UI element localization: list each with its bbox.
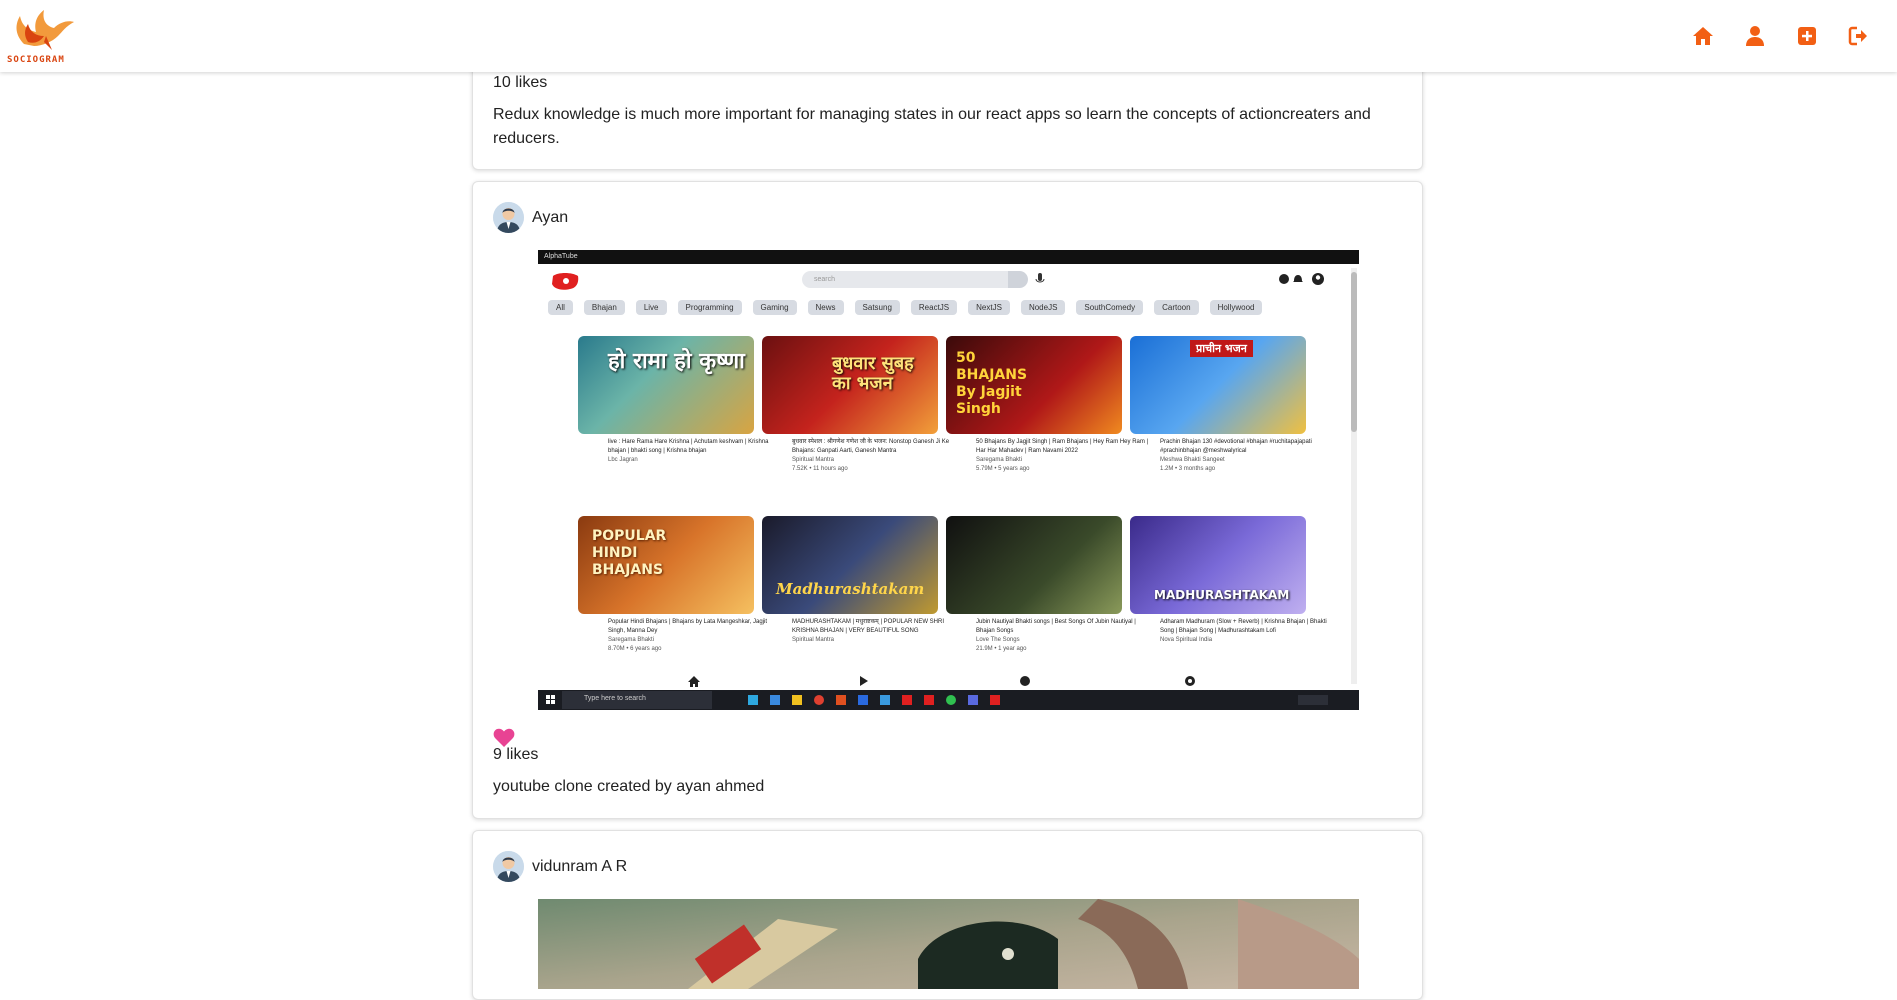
video-stats: 1.2M • 3 months ago: [1160, 466, 1216, 472]
channel-name: Saregama Bhakti: [608, 637, 655, 643]
post-header: Ayan: [493, 202, 568, 233]
taskbar-icons: [546, 691, 1328, 709]
brand-name: SOCIOGRAM: [7, 55, 65, 65]
thumb-text: MADHURASHTAKAM: [1154, 588, 1290, 602]
video-title: live : Hare Rama Hare Krishna | Achutam …: [608, 439, 769, 454]
video-stats: 5.79M • 5 years ago: [976, 466, 1030, 472]
bird-logo-icon: [16, 10, 74, 50]
user-avatar-icon: [493, 851, 524, 882]
chip: NodeJS: [1020, 300, 1066, 315]
post-card: vidunram A R: [472, 830, 1423, 1000]
thumb-text: हो रामा हो कृष्णा: [608, 349, 745, 374]
video-thumbnail: प्राचीन भजन: [1130, 336, 1306, 434]
chip: All: [548, 300, 573, 315]
video-title: Adharam Madhuram (Slow + Reverb) | Krish…: [1160, 619, 1327, 634]
channel-name: Nova Spiritual India: [1160, 637, 1213, 643]
post-image: AlphaTube search All Bhajan Live Program…: [538, 250, 1359, 710]
post-header: vidunram A R: [493, 851, 627, 882]
chip: Live: [635, 300, 667, 315]
video-meta: बुधवार स्पेशल : श्रीगणेश गणेश जी के भजन:…: [792, 438, 968, 474]
video-title: Popular Hindi Bhajans | Bhajans by Lata …: [608, 619, 767, 634]
top-navbar: SOCIOGRAM: [0, 0, 1897, 72]
user-avatar-icon: [493, 202, 524, 233]
video-meta: live : Hare Rama Hare Krishna | Achutam …: [608, 438, 784, 465]
chip: Cartoon: [1154, 300, 1199, 315]
video-thumbnail: Madhurashtakam: [762, 516, 938, 614]
chip: ReactJS: [910, 300, 958, 315]
chip: Gaming: [752, 300, 797, 315]
header-actions-icon: [1279, 273, 1324, 285]
video-meta: Jubin Nautiyal Bhakti songs | Best Songs…: [976, 618, 1152, 654]
chip: News: [807, 300, 844, 315]
channel-name: Love The Songs: [976, 637, 1020, 643]
channel-name: Spiritual Mantra: [792, 457, 835, 463]
search-input: search: [802, 271, 1022, 288]
video-thumbnail: [946, 516, 1122, 614]
chip: Bhajan: [583, 300, 625, 315]
home-icon[interactable]: [1691, 24, 1715, 48]
thumb-text: 50 BHAJANS By Jagjit Singh: [956, 350, 1028, 417]
video-title: Jubin Nautiyal Bhakti songs | Best Songs…: [976, 619, 1136, 634]
likes-count: 9 likes: [493, 746, 539, 763]
chip: Hollywood: [1209, 300, 1263, 315]
video-stats: 8.70M • 6 years ago: [608, 646, 662, 652]
add-post-icon[interactable]: [1795, 24, 1819, 48]
window-title: AlphaTube: [538, 250, 1359, 264]
video-meta: Adharam Madhuram (Slow + Reverb) | Krish…: [1160, 618, 1336, 645]
video-stats: 7.52K • 11 hours ago: [792, 466, 848, 472]
chip: Satsung: [854, 300, 900, 315]
heart-icon[interactable]: [493, 728, 515, 748]
post-caption: Redux knowledge is much more important f…: [493, 106, 1371, 147]
video-title: बुधवार स्पेशल : श्रीगणेश गणेश जी के भजन:…: [792, 439, 950, 454]
search-icon: [1008, 271, 1028, 288]
thumb-text: प्राचीन भजन: [1190, 340, 1253, 357]
bottom-nav-icons: [688, 676, 1195, 687]
scrollbar: [1351, 268, 1357, 684]
thumb-text: Madhurashtakam: [776, 580, 925, 598]
thumb-text: POPULAR HINDI BHAJANS: [592, 528, 667, 578]
cricket-photo: [538, 899, 1359, 989]
post-image: [538, 899, 1359, 989]
video-meta: Popular Hindi Bhajans | Bhajans by Lata …: [608, 618, 784, 654]
video-thumbnail: MADHURASHTAKAM: [1130, 516, 1306, 614]
video-meta: Prachin Bhajan 130 #devotional #bhajan #…: [1160, 438, 1336, 474]
category-chips: All Bhajan Live Programming Gaming News …: [548, 300, 1263, 315]
video-meta: MADHURASHTAKAM | मधुराष्टकम् | POPULAR N…: [792, 618, 968, 645]
video-thumbnail: POPULAR HINDI BHAJANS: [578, 516, 754, 614]
video-stats: 21.9M • 1 year ago: [976, 646, 1027, 652]
likes-count: 10 likes: [493, 74, 548, 91]
chip: SouthComedy: [1076, 300, 1144, 315]
mic-icon: [1035, 273, 1045, 283]
video-thumbnail: बुधवार सुबह का भजन: [762, 336, 938, 434]
logout-icon[interactable]: [1847, 24, 1871, 48]
thumb-text: बुधवार सुबह का भजन: [832, 353, 914, 394]
taskbar-search: Type here to search: [584, 695, 646, 702]
video-title: Prachin Bhajan 130 #devotional #bhajan #…: [1160, 439, 1312, 454]
nav-icons: [1691, 24, 1871, 48]
windows-taskbar: Type here to search: [538, 690, 1359, 710]
profile-icon[interactable]: [1743, 24, 1767, 48]
youtube-clone-screenshot: AlphaTube search All Bhajan Live Program…: [538, 250, 1359, 710]
avatar[interactable]: [493, 851, 524, 882]
video-meta: 50 Bhajans By Jagjit Singh | Ram Bhajans…: [976, 438, 1152, 474]
post-username[interactable]: Ayan: [532, 209, 568, 227]
post-card: 10 likes Redux knowledge is much more im…: [472, 56, 1423, 170]
channel-name: Meshwa Bhakti Sangeet: [1160, 457, 1225, 463]
post-username[interactable]: vidunram A R: [532, 858, 627, 876]
youtube-logo-icon: [552, 273, 579, 290]
video-title: MADHURASHTAKAM | मधुराष्टकम् | POPULAR N…: [792, 619, 945, 634]
channel-name: Spiritual Mantra: [792, 637, 835, 643]
chip: NextJS: [968, 300, 1010, 315]
video-thumbnail: हो रामा हो कृष्णा: [578, 336, 754, 434]
avatar[interactable]: [493, 202, 524, 233]
channel-name: Saregama Bhakti: [976, 457, 1023, 463]
video-title: 50 Bhajans By Jagjit Singh | Ram Bhajans…: [976, 439, 1149, 454]
chip: Programming: [677, 300, 742, 315]
video-thumbnail: 50 BHAJANS By Jagjit Singh: [946, 336, 1122, 434]
post-card: Ayan AlphaTube search All Bhajan Live Pr…: [472, 181, 1423, 819]
post-caption: youtube clone created by ayan ahmed: [493, 778, 765, 795]
channel-name: Lbc Jagran: [608, 457, 638, 463]
